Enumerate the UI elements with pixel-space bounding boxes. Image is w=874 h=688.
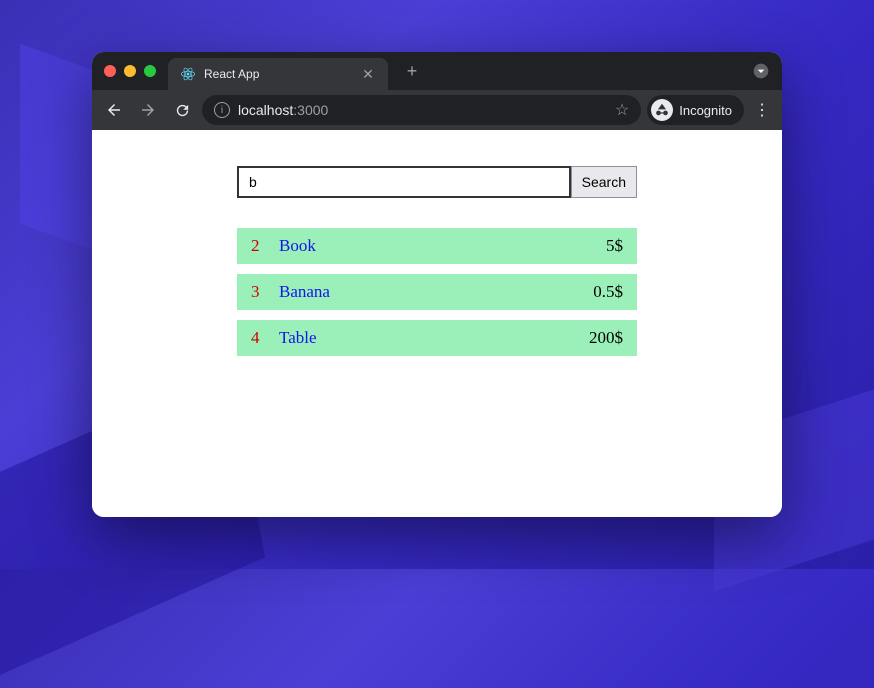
search-row: Search	[92, 166, 782, 198]
item-id: 3	[251, 282, 279, 302]
reload-button[interactable]	[168, 96, 196, 124]
new-tab-button[interactable]: +	[400, 61, 424, 82]
react-favicon-icon	[180, 66, 196, 82]
site-info-icon[interactable]: i	[214, 102, 230, 118]
item-name: Banana	[279, 282, 593, 302]
address-bar: i localhost:3000 ☆ Incognito ⋮	[92, 90, 782, 130]
bookmark-star-icon[interactable]: ☆	[615, 100, 629, 120]
page-content: Search 2 Book 5$ 3 Banana 0.5$ 4 Table 2…	[92, 130, 782, 517]
search-button[interactable]: Search	[571, 166, 637, 198]
list-item: 3 Banana 0.5$	[237, 274, 637, 310]
reload-icon	[174, 102, 191, 119]
close-window-icon[interactable]	[104, 65, 116, 77]
profile-menu-icon[interactable]	[752, 62, 770, 80]
url-port: :3000	[293, 102, 328, 118]
arrow-right-icon	[139, 101, 157, 119]
search-container: Search	[237, 166, 637, 198]
browser-window: React App ✕ + i localhost:3000 ☆	[92, 52, 782, 517]
url-text: localhost:3000	[238, 102, 607, 118]
tab-bar: React App ✕ +	[92, 52, 782, 90]
incognito-icon	[651, 99, 673, 121]
item-id: 4	[251, 328, 279, 348]
tab-title: React App	[204, 67, 352, 81]
item-id: 2	[251, 236, 279, 256]
search-input[interactable]	[237, 166, 571, 198]
browser-tab[interactable]: React App ✕	[168, 58, 388, 90]
minimize-window-icon[interactable]	[124, 65, 136, 77]
browser-menu-button[interactable]: ⋮	[750, 100, 774, 120]
url-host: localhost	[238, 102, 293, 118]
window-controls	[104, 65, 156, 77]
arrow-left-icon	[105, 101, 123, 119]
forward-button[interactable]	[134, 96, 162, 124]
list-item: 4 Table 200$	[237, 320, 637, 356]
url-field[interactable]: i localhost:3000 ☆	[202, 95, 641, 125]
item-name: Book	[279, 236, 606, 256]
item-name: Table	[279, 328, 589, 348]
maximize-window-icon[interactable]	[144, 65, 156, 77]
close-tab-icon[interactable]: ✕	[360, 66, 376, 83]
item-price: 200$	[589, 328, 623, 348]
results-list: 2 Book 5$ 3 Banana 0.5$ 4 Table 200$	[92, 228, 782, 356]
item-price: 5$	[606, 236, 623, 256]
item-price: 0.5$	[593, 282, 623, 302]
incognito-label: Incognito	[679, 103, 732, 118]
list-item: 2 Book 5$	[237, 228, 637, 264]
incognito-indicator[interactable]: Incognito	[647, 95, 744, 125]
back-button[interactable]	[100, 96, 128, 124]
